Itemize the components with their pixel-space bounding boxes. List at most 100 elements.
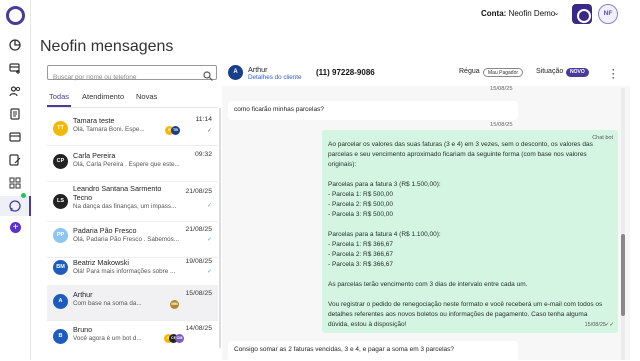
contact-name: Padaria Pão Fresco: [73, 226, 137, 235]
account-name: Neofin Demo: [508, 9, 556, 18]
message-preview: Olá! Para mais informações sobre ...: [73, 268, 176, 275]
status-badge[interactable]: NOVO: [566, 68, 589, 77]
bot-message-line: parcelas e seu vencimento aproximado fic…: [328, 151, 587, 158]
contact-name-line2: Tecno: [73, 193, 93, 202]
tab-todas[interactable]: Todas: [49, 92, 69, 101]
add-icon[interactable]: +: [10, 222, 21, 233]
user-avatar[interactable]: NF: [598, 4, 618, 24]
message-preview: Você agora é um bot d...: [73, 335, 142, 342]
nav-rail: +: [0, 0, 31, 360]
agent-avatar: CM: [175, 334, 184, 343]
bot-message-line: detalhes referentes aos novos boletos ou…: [328, 311, 588, 318]
app-logo-icon[interactable]: [6, 6, 25, 25]
document-icon[interactable]: [9, 108, 22, 121]
rule-badge[interactable]: Mau Pagador: [483, 68, 524, 77]
list-item[interactable]: CP Carla Pereira Olá, Carla Pereira . Es…: [47, 146, 218, 182]
message-timestamp: 15/08/25: [584, 322, 606, 328]
account-label: Conta:: [481, 9, 507, 18]
whatsapp-icon[interactable]: [9, 200, 22, 213]
contact-name: Bruno: [73, 325, 93, 334]
read-check-icon: ✓: [206, 203, 212, 209]
list-item-selected[interactable]: A Arthur Com base na soma da... 15/08/25…: [47, 285, 218, 321]
list-item[interactable]: TT Tamara teste Olá, Tamara Boni. Espe..…: [47, 110, 218, 146]
tab-divider: [47, 107, 218, 108]
contact-phone: (11) 97228-9086: [316, 68, 375, 77]
apps-grid-icon[interactable]: [9, 177, 22, 190]
dashboard-icon[interactable]: [9, 39, 22, 52]
bot-message-line: - Parcela 3: R$ 500,00: [328, 211, 394, 218]
bot-message-line: - Parcela 1: R$ 500,00: [328, 191, 394, 198]
conversation-tabs: Todas Atendimento Novas: [47, 92, 218, 106]
contact-name: Tamara teste: [73, 116, 115, 125]
timestamp: 14/08/25: [185, 325, 212, 332]
bot-message-text: Ao parcelar os valores das suas faturas …: [328, 140, 612, 330]
edit-document-icon[interactable]: [9, 154, 22, 167]
message-preview: Com base na soma da...: [73, 300, 142, 307]
bot-message-line: dúvida, estou à disposição!: [328, 321, 407, 328]
bot-message: Chat bot Ao parcelar os valores das suas…: [322, 130, 618, 333]
wallet-icon[interactable]: [9, 131, 22, 144]
contact-name: Arthur: [73, 290, 93, 299]
chat-scrollbar-track[interactable]: [621, 88, 625, 360]
agent-avatar: TB: [171, 126, 180, 135]
more-options-icon[interactable]: · · ·: [612, 66, 615, 83]
message-timestamp: 15/08/25: [490, 122, 513, 128]
contact-name: Carla Pereira: [73, 151, 116, 160]
tab-atendimento[interactable]: Atendimento: [82, 92, 124, 101]
avatar: A: [53, 294, 68, 309]
list-item[interactable]: LS Leandro Santana Sarmento Tecno Na dan…: [47, 182, 218, 222]
read-check-icon: ✓✓: [604, 322, 614, 328]
contact-name: Arthur: [248, 65, 268, 74]
search-input[interactable]: [48, 71, 198, 84]
chevron-down-icon[interactable]: ⌄: [553, 8, 560, 17]
avatar: TT: [53, 121, 68, 136]
bot-message-line: - Parcela 1: R$ 366,67: [328, 241, 394, 248]
list-scrollbar[interactable]: [219, 108, 221, 348]
contact-name: Beatriz Makowski: [73, 258, 129, 267]
neofin-app-icon[interactable]: [572, 4, 592, 24]
search-icon[interactable]: [203, 68, 213, 86]
situation-label: Situação: [536, 68, 564, 75]
bot-message-line: Parcelas para a fatura 4 (R$ 1.100,00):: [328, 231, 441, 238]
avatar: BM: [53, 260, 68, 275]
tab-novas[interactable]: Novas: [136, 92, 157, 101]
read-check-icon: ✓: [206, 237, 212, 243]
bot-message-line: originais):: [328, 161, 357, 168]
message-preview: Na dança das finanças, um impass...: [73, 203, 177, 210]
avatar: B: [53, 329, 68, 344]
read-check-icon: ✓: [206, 128, 212, 134]
list-item[interactable]: B Bruno Você agora é um bot d... 14/08/2…: [47, 321, 218, 357]
contact-name: Leandro Santana Sarmento: [73, 184, 162, 193]
billing-add-icon[interactable]: [9, 62, 22, 75]
avatar: PP: [53, 228, 68, 243]
page-title: Neofin mensagens: [40, 38, 174, 55]
list-item[interactable]: BM Beatriz Makowski Olá! Para mais infor…: [47, 252, 218, 288]
chat-messages: 15/08/25 como ficarão minhas parcelas? 1…: [222, 86, 630, 361]
timestamp: 19/08/25: [185, 258, 212, 265]
timestamp: 21/08/25: [185, 226, 212, 233]
bot-message-line: - Parcela 3: R$ 366,67: [328, 261, 394, 268]
agent-avatar: MM: [170, 300, 179, 309]
timestamp: 09:32: [194, 151, 212, 158]
bot-tag: Chat bot: [592, 135, 613, 141]
message-preview: Olá, Carla Pereira . Espere que este...: [73, 161, 180, 168]
message-preview: Olá, Padaria Pão Fresco . Sabemos...: [73, 236, 180, 243]
bot-message-line: - Parcela 2: R$ 500,00: [328, 201, 394, 208]
client-details-link[interactable]: Detalhes do cliente: [248, 74, 302, 81]
timestamp: 11:14: [195, 116, 212, 123]
chat-header: A Arthur Detalhes do cliente (11) 97228-…: [222, 62, 630, 86]
rule-label: Régua: [459, 68, 480, 75]
bot-message-line: As parcelas terão vencimento com 3 dias …: [328, 281, 528, 288]
account-selector[interactable]: Conta: Neofin Demo: [481, 9, 555, 18]
incoming-message: Consigo somar as 2 faturas vencidas, 3 e…: [228, 341, 518, 361]
users-icon[interactable]: [9, 85, 22, 98]
search-box[interactable]: [47, 65, 217, 84]
incoming-message: como ficarão minhas parcelas?: [228, 101, 518, 120]
top-bar: Conta: Neofin Demo ⌄ NF: [31, 0, 640, 30]
avatar: CP: [53, 154, 68, 169]
bot-message-line: Parcelas para a fatura 3 (R$ 1.500,00):: [328, 181, 441, 188]
chat-scrollbar-thumb[interactable]: [621, 234, 625, 316]
